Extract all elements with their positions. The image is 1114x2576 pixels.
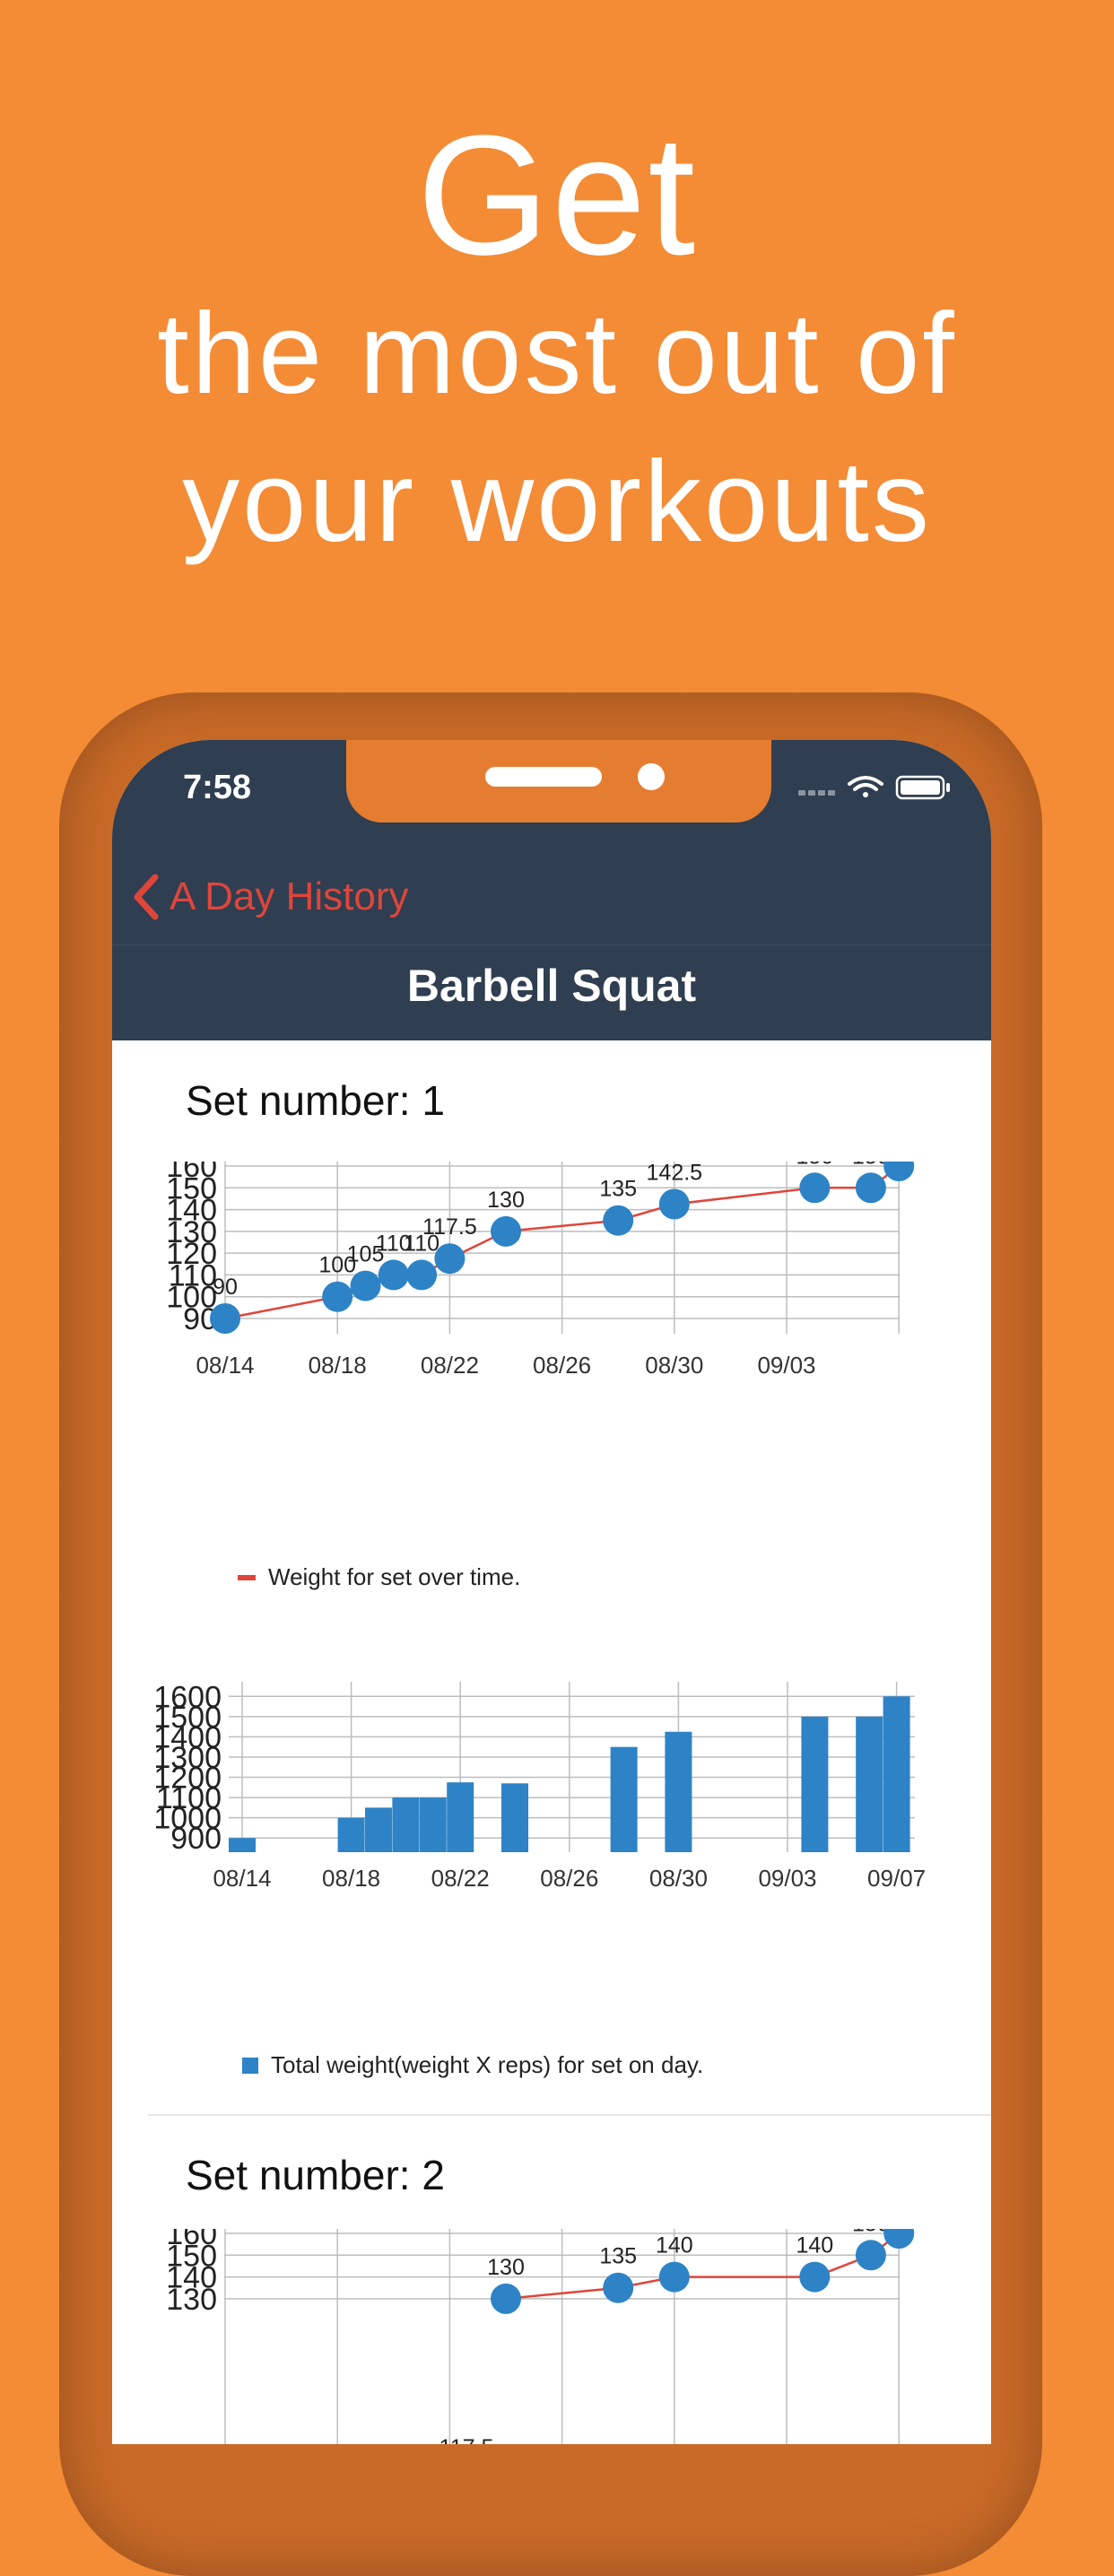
data-label: 135 [599,1177,637,1202]
x-tick-label: 09/07 [867,1865,926,1892]
legend-bar-swatch [242,2057,258,2074]
bar-chart-legend: Total weight(weight X reps) for set on d… [242,2051,703,2079]
headline-line-3: your workouts [182,438,932,566]
data-point [855,1172,886,1204]
bar [392,1797,420,1852]
set-heading-1: Set number: 1 [186,1077,445,1124]
section-divider [148,2114,991,2116]
data-label: 140 [796,2233,833,2258]
phone-screen: 7:58 A Day History Barbell Squat Set num… [112,740,991,2444]
data-point [491,1215,521,1247]
total-weight-bar-chart: 160015001400130012001100100090008/14 08/1… [153,1682,926,1892]
bar [610,1746,638,1852]
nav-divider [112,944,991,945]
set-heading-2: Set number: 2 [186,2152,445,2198]
chevron-left-icon [134,874,159,920]
x-tick-label: 08/14 [196,1352,254,1379]
bar-chart-legend-label: Total weight(weight X reps) for set on d… [271,2051,704,2078]
x-tick-label: 08/22 [421,1352,479,1379]
x-tick-label: 08/18 [322,1865,380,1892]
wifi-icon [848,776,883,797]
x-tick-label: 08/26 [533,1352,591,1379]
data-point [378,1259,409,1291]
headline-line-2: the most out of [157,290,957,418]
data-label: 142.5 [647,1162,703,1186]
data-label: 140 [656,2233,693,2258]
x-tick-label: 08/30 [649,1865,708,1892]
page-title: Barbell Squat [406,961,697,1011]
back-button-label: A Day History [170,875,409,918]
front-camera [638,763,665,790]
data-point [603,2272,634,2303]
x-tick-label: 08/30 [645,1352,703,1379]
bar [337,1817,365,1852]
data-point [855,2240,886,2271]
data-label: 130 [487,1188,525,1213]
data-point [603,1205,634,1236]
navigation-bar: 7:58 A Day History Barbell Squat [112,740,991,1040]
bar [229,1838,256,1852]
data-point [883,2229,915,2249]
headline-get: Get [416,100,698,291]
x-tick-label: 08/14 [213,1865,271,1892]
bar [419,1797,447,1852]
data-point [406,1259,438,1291]
bar [447,1782,474,1852]
data-label: 150 [796,1162,833,1169]
data-point [210,1303,240,1334]
data-point [491,2283,521,2314]
back-button[interactable]: A Day History [132,866,409,928]
bar [665,1731,692,1852]
bar [365,1807,392,1852]
legend-line-swatch [238,1574,256,1580]
data-point [322,1281,353,1312]
speaker-grille [485,767,602,787]
data-point [434,1243,466,1275]
data-label: 135 [599,2244,637,2269]
data-point [658,2261,690,2293]
weight-line-chart: 1601501401301201101009008/14 08/18 08/22 08… [166,1162,915,1379]
x-tick-label: 08/26 [540,1865,598,1892]
x-tick-label: 09/03 [757,1352,815,1379]
battery-icon [895,775,950,800]
x-tick-label: 09/03 [758,1865,816,1892]
x-tick-label: 08/18 [309,1352,367,1379]
signal-icon [798,790,835,796]
x-tick-label: 08/22 [431,1865,490,1892]
notch [346,740,771,822]
series-line [505,2232,900,2301]
status-icons [798,774,960,801]
data-label: 130 [487,2255,525,2280]
line-chart-legend: Weight for set over time. [238,1563,520,1591]
data-point [350,1270,381,1301]
line-chart-legend-label: Weight for set over time. [268,1563,521,1590]
weight-line-chart-set-2: 160150140130130135140140150160117.5 [166,2229,915,2444]
bar [501,1783,528,1852]
data-label: 117.5 [422,1214,477,1240]
data-point [799,1172,831,1204]
y-tick-label: 900 [170,1822,222,1856]
bar [883,1696,910,1852]
data-point [883,1162,915,1181]
data-point [799,2261,831,2293]
data-point [658,1188,690,1220]
bar [801,1716,829,1852]
status-time: 7:58 [183,769,252,806]
data-label: 117.5 [440,2435,494,2444]
data-label: 90 [213,1275,238,1300]
y-tick-label: 130 [166,2283,217,2317]
bar [856,1716,883,1852]
